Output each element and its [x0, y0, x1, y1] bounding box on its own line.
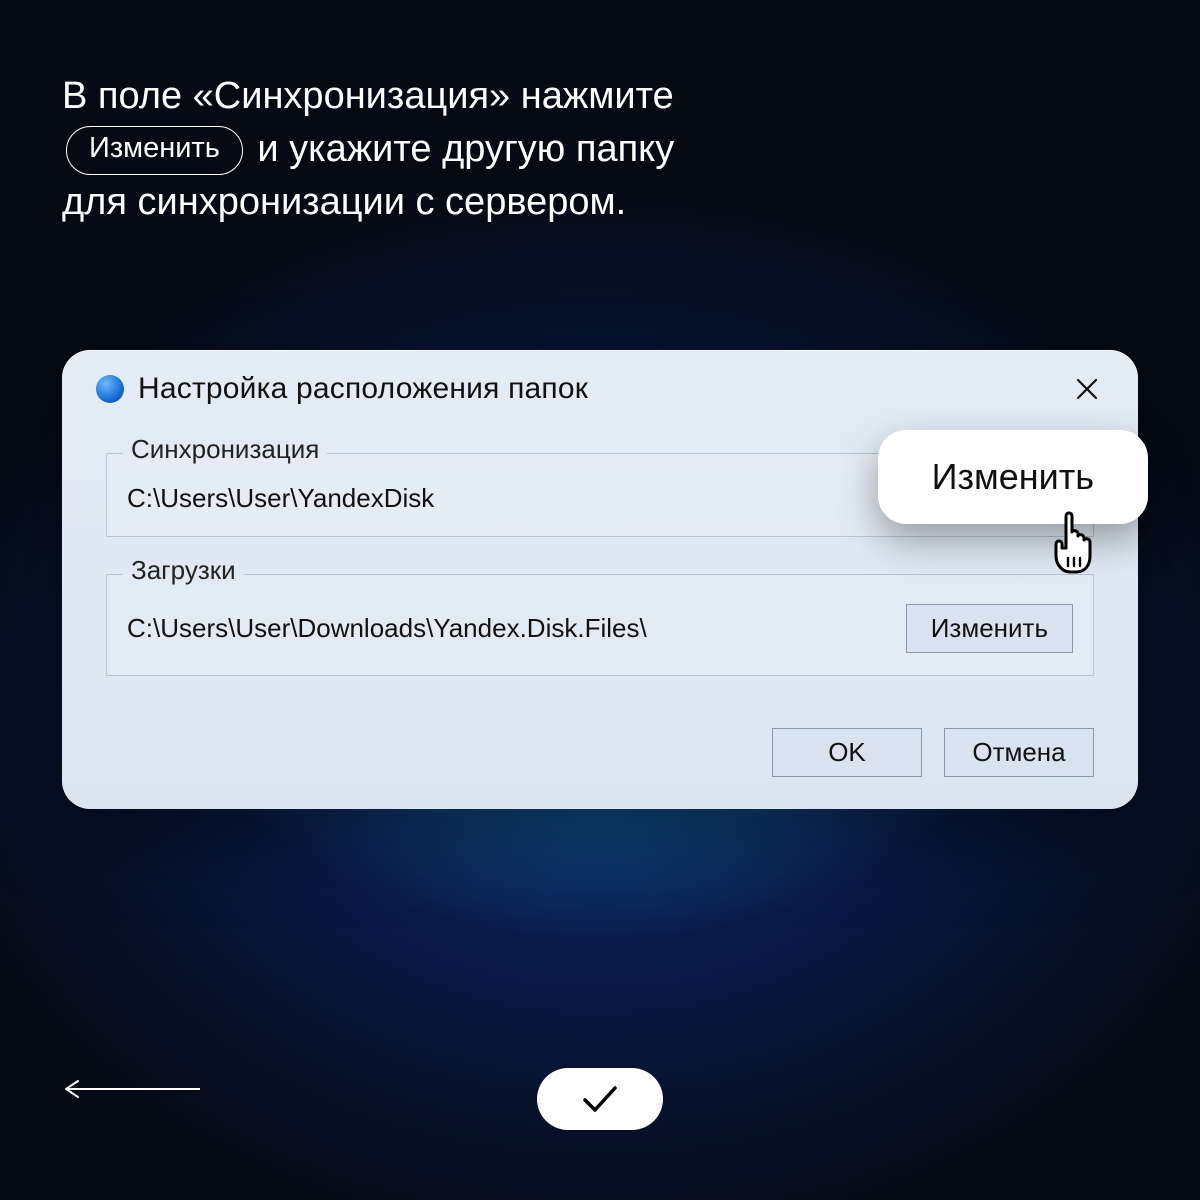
- cancel-label: Отмена: [972, 737, 1065, 767]
- downloads-legend: Загрузки: [123, 555, 244, 586]
- ok-label: OK: [828, 737, 866, 767]
- cancel-button[interactable]: Отмена: [944, 728, 1094, 777]
- dialog-footer: OK Отмена: [62, 704, 1138, 809]
- instruction-line1: В поле «Синхронизация» нажмите: [62, 75, 674, 117]
- sync-change-label: Изменить: [932, 456, 1094, 497]
- dialog-body: Синхронизация C:\Users\User\YandexDisk И…: [62, 422, 1138, 704]
- dialog-title: Настройка расположения папок: [138, 372, 1056, 406]
- sync-change-button[interactable]: Изменить: [878, 430, 1148, 524]
- downloads-change-label: Изменить: [931, 613, 1048, 643]
- instruction-line2: и укажите другую папку: [257, 128, 674, 170]
- dialog-titlebar: Настройка расположения папок: [62, 350, 1138, 422]
- instruction-pill: Изменить: [66, 126, 243, 175]
- downloads-path: C:\Users\User\Downloads\Yandex.Disk.File…: [127, 613, 888, 644]
- yandex-disk-icon: [96, 375, 124, 403]
- instruction-line3: для синхронизации с сервером.: [62, 181, 626, 223]
- downloads-change-button[interactable]: Изменить: [906, 604, 1073, 653]
- downloads-fieldset: Загрузки C:\Users\User\Downloads\Yandex.…: [106, 559, 1094, 676]
- sync-legend: Синхронизация: [123, 434, 327, 465]
- folder-settings-dialog: Настройка расположения папок Синхронизац…: [62, 350, 1138, 809]
- instruction-text: В поле «Синхронизация» нажмите Изменить …: [62, 70, 1138, 230]
- close-icon[interactable]: [1070, 373, 1104, 405]
- ok-button[interactable]: OK: [772, 728, 922, 777]
